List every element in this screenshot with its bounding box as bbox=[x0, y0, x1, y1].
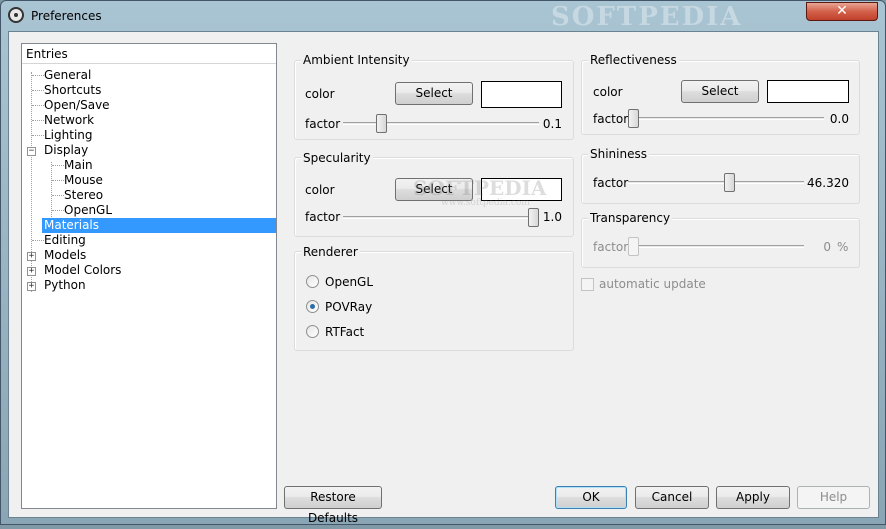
ambient-color-label: color bbox=[305, 87, 335, 101]
tree-connector bbox=[32, 120, 44, 121]
specularity-select-button[interactable]: Select bbox=[395, 178, 473, 201]
ambient-select-button[interactable]: Select bbox=[395, 82, 473, 105]
shininess-factor-slider-track[interactable] bbox=[628, 181, 804, 184]
tree-item-mouse[interactable]: Mouse bbox=[64, 173, 103, 188]
expand-models-icon[interactable]: + bbox=[27, 252, 36, 261]
reflectiveness-factor-label: factor bbox=[593, 112, 629, 126]
entries-tree[interactable]: Entries General Shortcuts Open/Save Netw… bbox=[21, 43, 277, 509]
specularity-factor-slider-track[interactable] bbox=[343, 216, 539, 219]
ambient-intensity-title: Ambient Intensity bbox=[301, 53, 412, 67]
tree-connector bbox=[52, 165, 64, 166]
tree-connector bbox=[52, 210, 64, 211]
tree-item-model-colors[interactable]: Model Colors bbox=[44, 263, 121, 278]
reflectiveness-color-swatch[interactable] bbox=[767, 80, 849, 103]
ambient-factor-slider-track[interactable] bbox=[343, 122, 539, 125]
renderer-povray-label[interactable]: POVRay bbox=[325, 300, 372, 314]
reflectiveness-factor-slider-track[interactable] bbox=[628, 117, 824, 120]
tree-item-python[interactable]: Python bbox=[44, 278, 86, 293]
shininess-factor-label: factor bbox=[593, 176, 629, 190]
renderer-povray-radio[interactable] bbox=[306, 300, 319, 313]
title-bar[interactable]: Preferences SOFTPEDIA ✕ bbox=[1, 1, 885, 32]
tree-connector bbox=[52, 195, 64, 196]
reflectiveness-color-label: color bbox=[593, 85, 623, 99]
tree-item-stereo[interactable]: Stereo bbox=[64, 188, 103, 203]
automatic-update-checkbox[interactable] bbox=[581, 278, 594, 291]
shininess-factor-slider-thumb[interactable] bbox=[723, 173, 735, 192]
tree-item-lighting[interactable]: Lighting bbox=[44, 128, 93, 143]
renderer-rtfact-radio[interactable] bbox=[306, 325, 319, 338]
renderer-title: Renderer bbox=[301, 245, 360, 259]
cancel-button[interactable]: Cancel bbox=[635, 486, 709, 509]
specularity-title: Specularity bbox=[301, 151, 373, 165]
transparency-factor-value: 0 bbox=[823, 240, 831, 254]
collapse-display-icon[interactable]: − bbox=[27, 147, 36, 156]
preferences-window: Preferences SOFTPEDIA ✕ Entries General … bbox=[0, 0, 886, 525]
tree-item-opengl[interactable]: OpenGL bbox=[64, 203, 112, 218]
shininess-factor-value: 46.320 bbox=[807, 176, 849, 190]
ok-button[interactable]: OK bbox=[555, 486, 627, 509]
tree-connector bbox=[32, 240, 44, 241]
ambient-factor-slider-thumb[interactable] bbox=[375, 114, 387, 133]
expand-model-colors-icon[interactable]: + bbox=[27, 267, 36, 276]
transparency-factor-slider-thumb[interactable] bbox=[628, 237, 639, 256]
specularity-factor-label: factor bbox=[305, 210, 341, 224]
reflectiveness-factor-value: 0.0 bbox=[829, 112, 849, 126]
renderer-opengl-label[interactable]: OpenGL bbox=[325, 275, 373, 289]
specularity-color-swatch[interactable] bbox=[481, 178, 562, 201]
tree-connector bbox=[32, 90, 44, 91]
automatic-update-label[interactable]: automatic update bbox=[599, 277, 706, 291]
transparency-factor-slider-track[interactable] bbox=[628, 245, 804, 248]
renderer-opengl-radio[interactable] bbox=[306, 275, 319, 288]
tree-connector bbox=[52, 180, 64, 181]
tree-connector bbox=[32, 75, 44, 76]
window-title: Preferences bbox=[31, 9, 102, 23]
renderer-rtfact-label[interactable]: RTFact bbox=[325, 325, 364, 339]
tree-item-network[interactable]: Network bbox=[44, 113, 94, 128]
apply-button[interactable]: Apply bbox=[716, 486, 790, 509]
transparency-unit-label: % bbox=[837, 240, 849, 254]
reflectiveness-factor-slider-thumb[interactable] bbox=[628, 109, 639, 128]
tree-connector bbox=[32, 105, 44, 106]
specularity-factor-value: 1.0 bbox=[542, 210, 562, 224]
tree-header-entries[interactable]: Entries bbox=[22, 44, 276, 64]
tree-item-general[interactable]: General bbox=[44, 68, 91, 83]
dialog-client-area: Entries General Shortcuts Open/Save Netw… bbox=[8, 31, 879, 525]
tree-item-display[interactable]: Display bbox=[44, 143, 88, 158]
tree-item-shortcuts[interactable]: Shortcuts bbox=[44, 83, 101, 98]
tree-connector bbox=[32, 135, 44, 136]
reflectiveness-select-button[interactable]: Select bbox=[681, 80, 759, 103]
app-icon bbox=[8, 7, 24, 23]
specularity-color-label: color bbox=[305, 183, 335, 197]
tree-item-main[interactable]: Main bbox=[64, 158, 93, 173]
close-button[interactable]: ✕ bbox=[806, 2, 878, 21]
help-button[interactable]: Help bbox=[797, 486, 870, 509]
reflectiveness-title: Reflectiveness bbox=[588, 53, 679, 67]
tree-item-editing[interactable]: Editing bbox=[44, 233, 86, 248]
tree-item-materials[interactable]: Materials bbox=[42, 218, 276, 233]
restore-defaults-button[interactable]: Restore Defaults bbox=[284, 486, 382, 525]
tree-item-models[interactable]: Models bbox=[44, 248, 86, 263]
transparency-factor-label: factor bbox=[593, 240, 629, 254]
transparency-title: Transparency bbox=[588, 211, 673, 225]
shininess-title: Shininess bbox=[588, 147, 649, 161]
ambient-factor-label: factor bbox=[305, 117, 341, 131]
ambient-color-swatch[interactable] bbox=[481, 81, 562, 108]
expand-python-icon[interactable]: + bbox=[27, 282, 36, 291]
softpedia-watermark: SOFTPEDIA bbox=[551, 2, 743, 32]
tree-item-open-save[interactable]: Open/Save bbox=[44, 98, 110, 113]
ambient-factor-value: 0.1 bbox=[542, 117, 562, 131]
